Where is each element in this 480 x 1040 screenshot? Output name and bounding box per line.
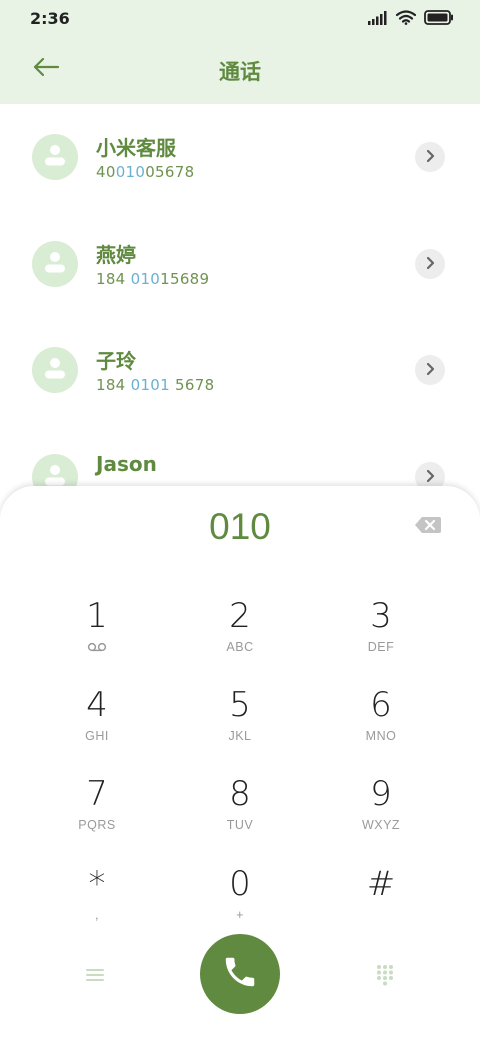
key-6[interactable]: 6 MNO [326, 685, 436, 765]
dial-number-display[interactable]: 010 [0, 506, 480, 548]
contact-name: 燕婷 [96, 243, 136, 267]
key-digit: * [88, 864, 106, 904]
battery-icon [424, 9, 454, 29]
status-icons [368, 9, 454, 29]
key-letters: , [95, 908, 99, 922]
key-letters: PQRS [78, 818, 116, 832]
match-highlight: 010 [115, 163, 146, 181]
key-letters: GHI [85, 729, 109, 743]
key-star[interactable]: * , [42, 864, 152, 944]
key-digit: 7 [86, 774, 108, 814]
key-hash[interactable]: # [326, 864, 436, 944]
key-letters: MNO [365, 729, 397, 743]
key-3[interactable]: 3 DEF [326, 596, 436, 676]
key-9[interactable]: 9 WXYZ [326, 774, 436, 854]
call-button[interactable] [200, 934, 280, 1014]
match-highlight: 010 [130, 270, 161, 288]
key-letters: WXYZ [361, 818, 401, 832]
contact-detail-button[interactable] [415, 249, 445, 279]
menu-button[interactable] [80, 962, 110, 992]
contact-number: 4001005678 [96, 163, 195, 181]
key-letters: DEF [367, 640, 395, 654]
dialpad-icon [376, 964, 394, 990]
key-letters [326, 908, 436, 924]
backspace-icon [414, 516, 442, 538]
key-digit: 8 [229, 774, 251, 814]
dialer-actions [0, 934, 480, 1024]
key-letters: ABC [226, 640, 254, 654]
contact-row[interactable]: 小米客服 4001005678 [0, 104, 480, 204]
key-digit: 0 [229, 864, 251, 904]
dialpad-sheet: 010 1 2 ABC 3 DEF 4 GHI 5 JKL 6 MNO 7 PQ… [0, 486, 480, 1040]
contact-detail-button[interactable] [415, 142, 445, 172]
phone-icon [221, 953, 259, 995]
backspace-button[interactable] [412, 516, 444, 538]
key-letters: TUV [226, 818, 254, 832]
wifi-icon [395, 9, 417, 29]
key-digit: 2 [229, 596, 251, 636]
chevron-right-icon [424, 468, 436, 487]
person-icon [42, 142, 68, 172]
key-digit: 9 [370, 774, 392, 814]
avatar [32, 134, 78, 180]
key-digit: # [366, 864, 396, 904]
status-bar: 2:36 [0, 0, 480, 40]
contact-row[interactable]: 子玲 184 0101 5678 [0, 317, 480, 417]
chevron-right-icon [424, 361, 436, 380]
status-time: 2:36 [30, 9, 70, 28]
key-8[interactable]: 8 TUV [185, 774, 295, 854]
voicemail-icon [42, 642, 152, 656]
key-letters: + [236, 908, 244, 922]
person-icon [42, 355, 68, 385]
menu-icon [85, 967, 105, 987]
key-0[interactable]: 0 + [185, 864, 295, 944]
contact-name: 小米客服 [96, 136, 176, 160]
app-header: 通话 [0, 40, 480, 104]
key-digit: 5 [229, 685, 251, 725]
contact-row[interactable]: 燕婷 184 01015689 [0, 211, 480, 311]
avatar [32, 347, 78, 393]
key-2[interactable]: 2 ABC [185, 596, 295, 676]
contact-number: 184 01015689 [96, 270, 210, 288]
key-7[interactable]: 7 PQRS [42, 774, 152, 854]
key-digit: 4 [86, 685, 108, 725]
chevron-right-icon [424, 255, 436, 274]
key-digit: 3 [370, 596, 392, 636]
page-title: 通话 [219, 60, 261, 84]
key-digit: 1 [86, 596, 108, 636]
key-1[interactable]: 1 [42, 596, 152, 676]
person-icon [42, 249, 68, 279]
contact-name: 子玲 [96, 349, 136, 373]
key-5[interactable]: 5 JKL [185, 685, 295, 765]
key-letters: JKL [228, 729, 252, 743]
avatar [32, 241, 78, 287]
contact-detail-button[interactable] [415, 355, 445, 385]
key-4[interactable]: 4 GHI [42, 685, 152, 765]
key-digit: 6 [370, 685, 392, 725]
contact-number: 184 0101 5678 [96, 376, 215, 394]
signal-icon [368, 10, 388, 29]
chevron-right-icon [424, 148, 436, 167]
keypad-toggle-button[interactable] [370, 962, 400, 992]
contact-name: Jason [96, 452, 157, 476]
match-highlight: 0101 [130, 376, 170, 394]
